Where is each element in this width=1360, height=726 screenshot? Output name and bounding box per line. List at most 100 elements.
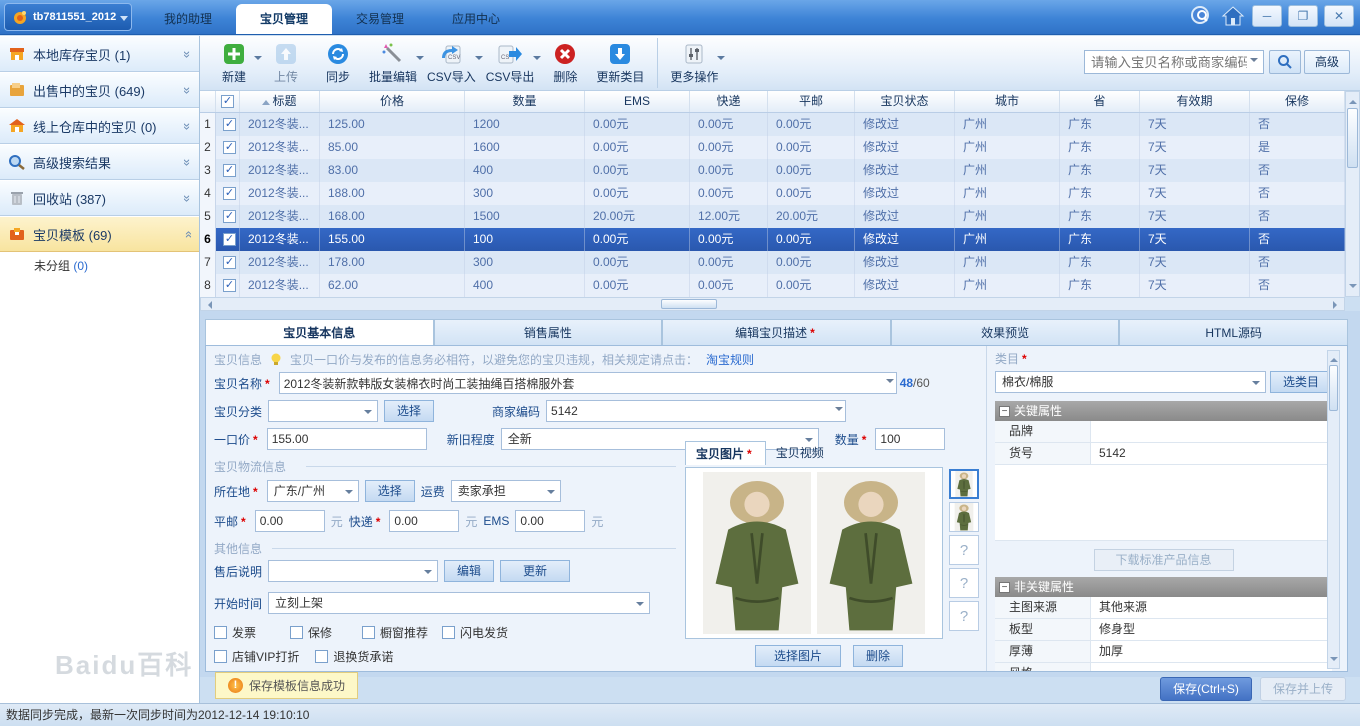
advanced-search-button[interactable]: 高级 xyxy=(1304,50,1350,74)
attr-row-main-image-source[interactable]: 主图来源其他来源 xyxy=(995,597,1332,619)
vertical-scrollbar[interactable] xyxy=(1345,91,1360,297)
image-thumbnail-selected[interactable] xyxy=(949,469,979,499)
home-icon[interactable] xyxy=(1220,4,1246,28)
sidebar-item-item-templates[interactable]: 宝贝模板 (69)» xyxy=(0,216,199,252)
choose-location-button[interactable]: 选择 xyxy=(365,480,415,502)
item-class-dropdown[interactable] xyxy=(268,400,378,422)
scroll-down-icon[interactable] xyxy=(1330,657,1338,665)
key-attributes-header[interactable]: −关键属性 xyxy=(995,401,1332,421)
update-button[interactable]: 更新 xyxy=(500,560,570,582)
scrollbar-thumb[interactable] xyxy=(661,299,717,309)
item-name-input[interactable] xyxy=(279,372,897,394)
collapse-icon[interactable]: − xyxy=(999,582,1010,593)
table-row[interactable]: 7✓2012冬装...178.003000.00元0.00元0.00元修改过广州… xyxy=(200,251,1345,274)
seller-code-input[interactable] xyxy=(546,400,846,422)
image-preview-area[interactable] xyxy=(685,467,943,639)
attr-row-brand[interactable]: 品牌 xyxy=(995,421,1332,443)
attr-row-style[interactable]: 风格 xyxy=(995,663,1332,672)
ems-input[interactable] xyxy=(515,510,585,532)
shop-vip-discount-checkbox[interactable] xyxy=(214,650,227,663)
sidebar-item-advanced-search-results[interactable]: 高级搜索结果» xyxy=(0,144,199,180)
column-province[interactable]: 省 xyxy=(1060,91,1140,112)
table-row[interactable]: 1✓2012冬装...125.0012000.00元0.00元0.00元修改过广… xyxy=(200,113,1345,136)
invoice-checkbox[interactable] xyxy=(214,626,227,639)
image-thumbnail[interactable] xyxy=(949,502,979,532)
delete-button[interactable]: 删除 xyxy=(539,38,591,88)
chevron-down-icon[interactable]: » xyxy=(180,86,195,93)
image-placeholder[interactable]: ? xyxy=(949,568,979,598)
upload-button[interactable]: 上传 xyxy=(260,38,312,88)
scroll-down-icon[interactable] xyxy=(1349,284,1357,292)
scroll-right-icon[interactable] xyxy=(1333,301,1341,309)
row-checkbox[interactable]: ✓ xyxy=(216,205,240,228)
column-validity[interactable]: 有效期 xyxy=(1140,91,1250,112)
scroll-left-icon[interactable] xyxy=(204,301,212,309)
csv-import-button[interactable]: CSV CSV导入 xyxy=(422,38,481,88)
code-dropdown-arrow-icon[interactable] xyxy=(835,407,843,415)
row-checkbox[interactable]: ✓ xyxy=(216,182,240,205)
table-row-selected[interactable]: 6✓2012冬装...155.001000.00元0.00元0.00元修改过广州… xyxy=(200,228,1345,251)
close-button[interactable]: ✕ xyxy=(1324,5,1354,27)
table-row[interactable]: 5✓2012冬装...168.00150020.00元12.00元20.00元修… xyxy=(200,205,1345,228)
nonkey-attributes-header[interactable]: −非关键属性 xyxy=(995,577,1332,597)
search-button[interactable] xyxy=(1269,50,1301,74)
tab-basic-info[interactable]: 宝贝基本信息 xyxy=(205,319,434,345)
row-checkbox[interactable]: ✓ xyxy=(216,274,240,297)
scrollbar-thumb[interactable] xyxy=(1347,108,1358,168)
sync-button[interactable]: 同步 xyxy=(312,38,364,88)
aftersale-dropdown[interactable] xyxy=(268,560,438,582)
choose-category-button[interactable]: 选类目 xyxy=(1270,371,1332,393)
dropdown-arrow-icon[interactable] xyxy=(717,56,725,64)
search-input[interactable] xyxy=(1084,50,1264,74)
row-checkbox[interactable]: ✓ xyxy=(216,228,240,251)
sidebar-item-online-warehouse[interactable]: 线上仓库中的宝贝 (0)» xyxy=(0,108,199,144)
table-row[interactable]: 3✓2012冬装...83.004000.00元0.00元0.00元修改过广州广… xyxy=(200,159,1345,182)
category-dropdown[interactable]: 棉衣/棉服 xyxy=(995,371,1266,393)
column-quantity[interactable]: 数量 xyxy=(465,91,585,112)
horizontal-scrollbar[interactable] xyxy=(200,297,1345,311)
return-promise-checkbox[interactable] xyxy=(315,650,328,663)
sidebar-item-local-inventory[interactable]: 本地库存宝贝 (1)» xyxy=(0,36,199,72)
express-input[interactable] xyxy=(389,510,459,532)
scroll-up-icon[interactable] xyxy=(1330,354,1338,362)
tab-trade-management[interactable]: 交易管理 xyxy=(332,4,428,34)
row-checkbox[interactable]: ✓ xyxy=(216,113,240,136)
batch-edit-button[interactable]: 批量编辑 xyxy=(364,38,422,88)
chevron-down-icon[interactable]: » xyxy=(180,194,195,201)
feedback-icon[interactable] xyxy=(1188,4,1214,28)
price-input[interactable] xyxy=(267,428,427,450)
tab-item-images[interactable]: 宝贝图片 xyxy=(685,441,766,465)
scroll-up-icon[interactable] xyxy=(1349,96,1357,104)
tab-app-center[interactable]: 应用中心 xyxy=(428,4,524,34)
image-placeholder[interactable]: ? xyxy=(949,601,979,631)
column-city[interactable]: 城市 xyxy=(955,91,1060,112)
start-time-dropdown[interactable]: 立刻上架 xyxy=(268,592,650,614)
sidebar-item-on-sale[interactable]: 出售中的宝贝 (649)» xyxy=(0,72,199,108)
chevron-up-icon[interactable]: » xyxy=(180,230,195,237)
tab-item-management[interactable]: 宝贝管理 xyxy=(236,4,332,34)
column-item-status[interactable]: 宝贝状态 xyxy=(855,91,955,112)
column-ems[interactable]: EMS xyxy=(585,91,690,112)
attr-row-thickness[interactable]: 厚薄加厚 xyxy=(995,641,1332,663)
new-button[interactable]: 新建 xyxy=(208,38,260,88)
column-express[interactable]: 快递 xyxy=(690,91,768,112)
row-checkbox[interactable]: ✓ xyxy=(216,251,240,274)
tab-edit-description[interactable]: 编辑宝贝描述 xyxy=(662,319,891,345)
table-row[interactable]: 2✓2012冬装...85.0016000.00元0.00元0.00元修改过广州… xyxy=(200,136,1345,159)
freight-dropdown[interactable]: 卖家承担 xyxy=(451,480,561,502)
minimize-button[interactable]: ─ xyxy=(1252,5,1282,27)
sidebar-item-recycle-bin[interactable]: 回收站 (387)» xyxy=(0,180,199,216)
search-dropdown-arrow-icon[interactable] xyxy=(1250,58,1258,66)
scrollbar-thumb[interactable] xyxy=(1329,365,1338,411)
chevron-down-icon[interactable]: » xyxy=(180,158,195,165)
row-checkbox[interactable]: ✓ xyxy=(216,136,240,159)
csv-export-button[interactable]: CS CSV导出 xyxy=(481,38,540,88)
table-row[interactable]: 4✓2012冬装...188.003000.00元0.00元0.00元修改过广州… xyxy=(200,182,1345,205)
sidebar-subitem-ungrouped[interactable]: 未分组 (0) xyxy=(0,252,199,280)
column-warranty[interactable]: 保修 xyxy=(1250,91,1345,112)
account-button[interactable]: tb7811551_2012 xyxy=(4,3,132,31)
location-dropdown[interactable]: 广东/广州 xyxy=(267,480,359,502)
column-surface-mail[interactable]: 平邮 xyxy=(768,91,855,112)
attr-row-fit-type[interactable]: 板型修身型 xyxy=(995,619,1332,641)
select-all-checkbox[interactable]: ✓ xyxy=(216,91,240,112)
